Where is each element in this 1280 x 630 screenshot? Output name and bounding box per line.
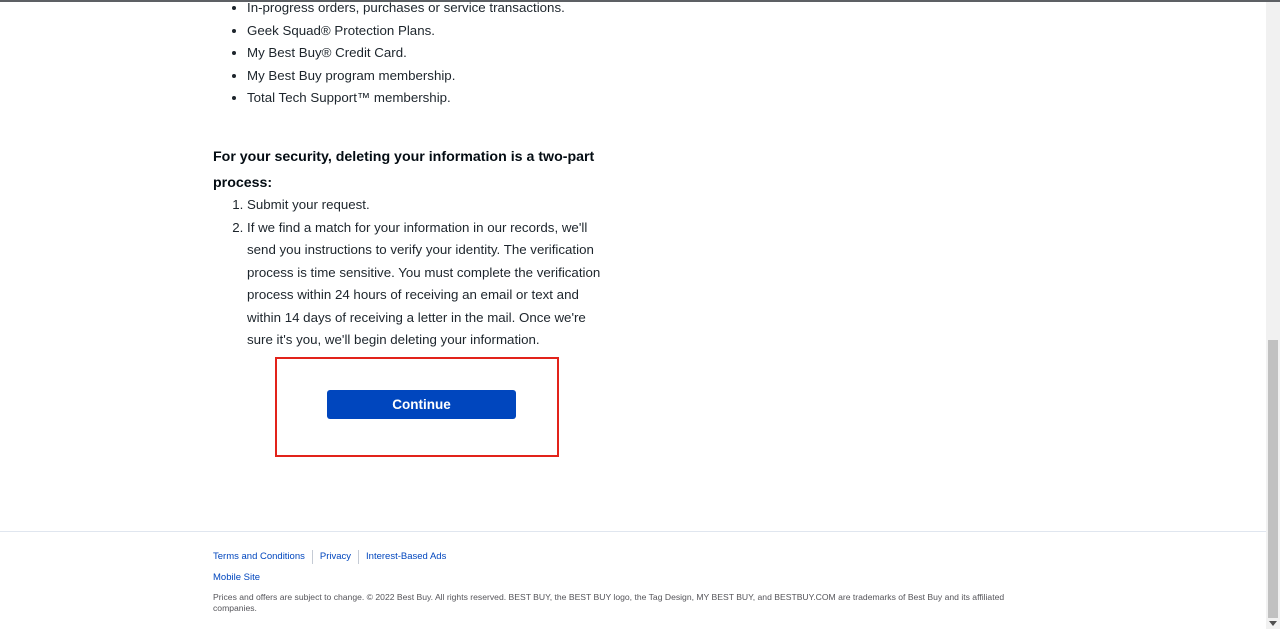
page: In-progress orders, purchases or service… — [0, 0, 1266, 630]
list-item: Geek Squad® Protection Plans. — [247, 20, 667, 43]
link-divider — [358, 550, 360, 564]
list-item: My Best Buy program membership. — [247, 65, 667, 88]
interest-based-ads-link[interactable]: Interest-Based Ads — [366, 550, 446, 564]
security-heading: For your security, deleting your informa… — [213, 149, 595, 191]
step-item: Submit your request. — [247, 194, 607, 217]
list-item: In-progress orders, purchases or service… — [247, 0, 667, 20]
legal-text: Prices and offers are subject to change.… — [213, 592, 1005, 613]
footer-links: Terms and Conditions Privacy Interest-Ba… — [213, 550, 446, 564]
excluded-items-list: In-progress orders, purchases or service… — [213, 0, 667, 110]
footer: Terms and Conditions Privacy Interest-Ba… — [0, 531, 1266, 630]
scroll-down-arrow-icon[interactable] — [1269, 621, 1277, 626]
list-item: My Best Buy® Credit Card. — [247, 42, 667, 65]
privacy-link[interactable]: Privacy — [320, 550, 351, 564]
scrollbar-thumb[interactable] — [1268, 340, 1278, 618]
step-item: If we find a match for your information … — [247, 217, 607, 352]
vertical-scrollbar[interactable] — [1266, 2, 1280, 629]
process-steps-list: Submit your request. If we find a match … — [213, 194, 607, 352]
terms-link[interactable]: Terms and Conditions — [213, 550, 305, 564]
continue-button[interactable]: Continue — [327, 390, 516, 419]
link-divider — [311, 550, 313, 564]
mobile-site-link[interactable]: Mobile Site — [213, 572, 260, 583]
list-item: Total Tech Support™ membership. — [247, 87, 667, 110]
